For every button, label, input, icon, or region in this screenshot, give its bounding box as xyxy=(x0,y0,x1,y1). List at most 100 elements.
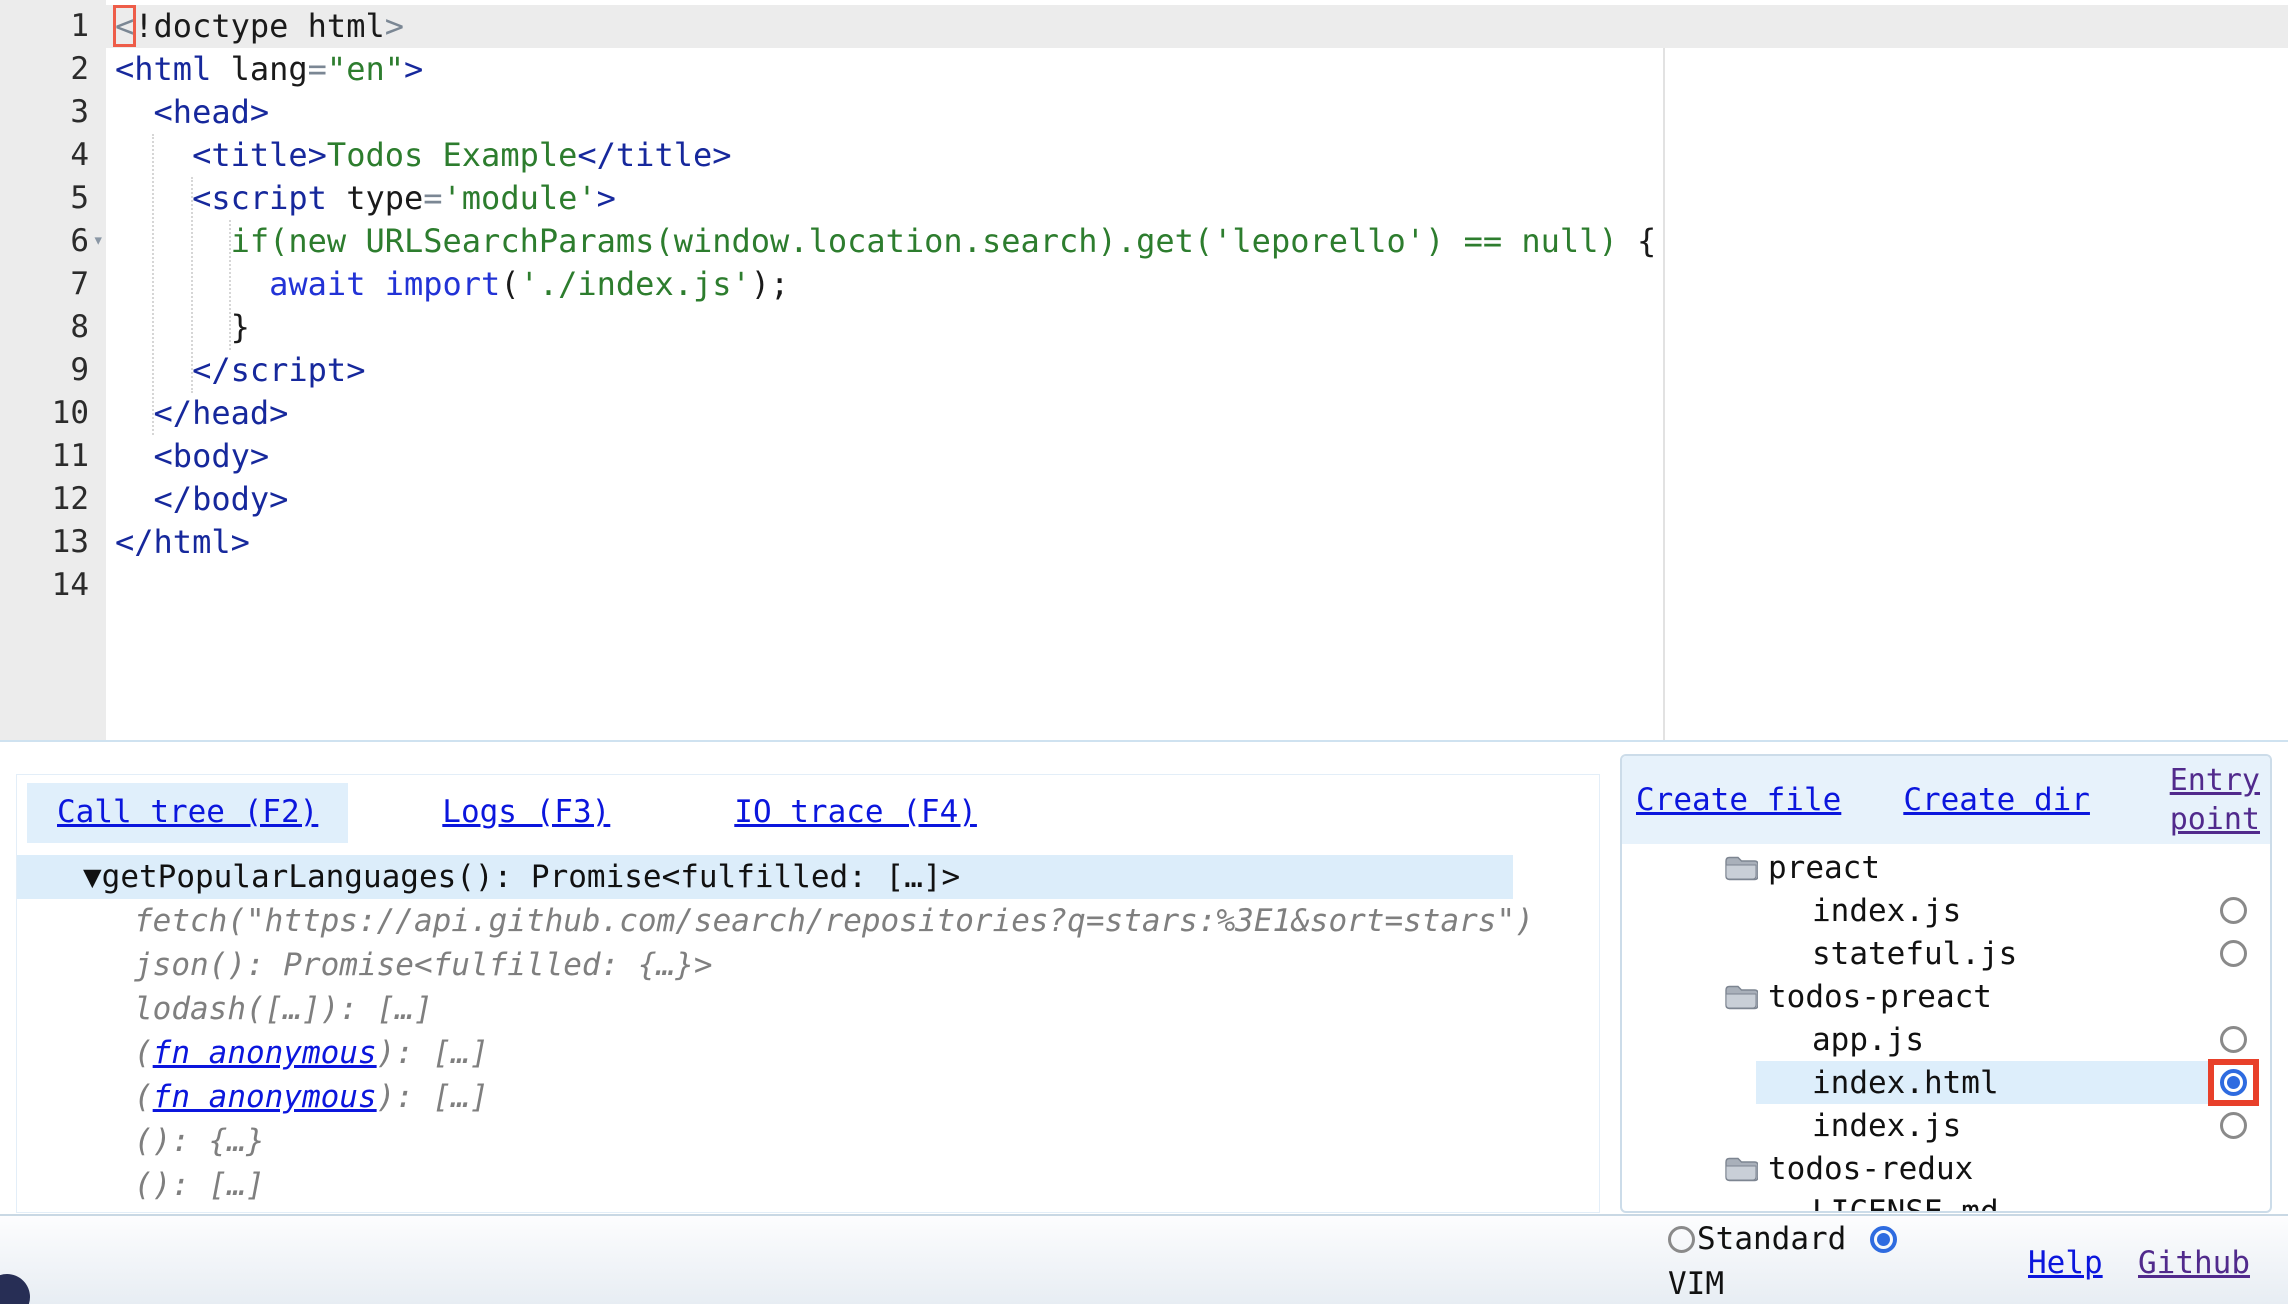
code-line[interactable]: 13</html> xyxy=(0,521,2288,564)
code-line[interactable]: 12 </body> xyxy=(0,478,2288,521)
line-number: 12 xyxy=(0,478,106,521)
create-file-button[interactable]: Create file xyxy=(1636,782,1841,818)
entry-point-radio[interactable] xyxy=(2220,897,2247,924)
create-dir-button[interactable]: Create dir xyxy=(1903,782,2090,818)
file-name: index.html xyxy=(1812,1065,1999,1101)
code-line[interactable]: 8 } xyxy=(0,306,2288,349)
code-text: <script type='module'> xyxy=(106,177,616,220)
entry-point-cell xyxy=(2196,940,2270,967)
file-row[interactable]: index.js xyxy=(1622,1104,2270,1147)
status-bar: docs/examples/todos- preact/index.html C… xyxy=(0,1214,2288,1304)
call-tree-row[interactable]: (): {…} xyxy=(17,1119,1599,1163)
line-number: 14 xyxy=(0,564,106,607)
line-number: 4 xyxy=(0,134,106,177)
file-name: stateful.js xyxy=(1812,936,2017,972)
file-row[interactable]: LICENSE.md xyxy=(1622,1190,2270,1213)
anonymous-fn-link[interactable]: fn anonymous xyxy=(153,1211,377,1213)
help-link[interactable]: Help xyxy=(2028,1245,2103,1281)
code-text: </head> xyxy=(106,392,288,435)
standard-keybinding-radio[interactable] xyxy=(1668,1226,1695,1253)
dir-name: preact xyxy=(1768,850,1880,886)
entry-point-radio[interactable] xyxy=(2220,1069,2247,1096)
code-line[interactable]: 4 <title>Todos Example</title> xyxy=(0,134,2288,177)
code-line[interactable]: 2<html lang="en"> xyxy=(0,48,2288,91)
tab-io-trace[interactable]: IO trace (F4) xyxy=(704,783,1007,843)
file-browser-panel: Create file Create dir Entry point preac… xyxy=(1620,754,2272,1213)
vim-keybinding-radio[interactable] xyxy=(1870,1226,1897,1253)
file-name: app.js xyxy=(1812,1022,1924,1058)
dir-row[interactable]: preact xyxy=(1622,846,2270,889)
code-text: if(new URLSearchParams(window.location.s… xyxy=(106,220,1656,263)
entry-point-radio[interactable] xyxy=(2220,940,2247,967)
code-text: <!doctype html> xyxy=(106,5,404,48)
code-text: <title>Todos Example</title> xyxy=(106,134,732,177)
call-tree-row[interactable]: (fn anonymous): […] xyxy=(17,1207,1599,1213)
line-number: 10 xyxy=(0,392,106,435)
line-number: 7 xyxy=(0,263,106,306)
file-browser-header: Create file Create dir Entry point xyxy=(1622,756,2270,844)
file-row[interactable]: index.html xyxy=(1622,1061,2270,1104)
keybinding-switch: Standard VIM xyxy=(1668,1217,1960,1304)
file-row[interactable]: app.js xyxy=(1622,1018,2270,1061)
line-number: 13 xyxy=(0,521,106,564)
file-row[interactable]: index.js xyxy=(1622,889,2270,932)
code-lines: 1<!doctype html>2<html lang="en">3 <head… xyxy=(0,5,2288,607)
code-text: <html lang="en"> xyxy=(106,48,423,91)
entry-point-line2: point xyxy=(2170,800,2260,839)
line-number: 2 xyxy=(0,48,106,91)
file-name: index.js xyxy=(1812,1108,1961,1144)
anonymous-fn-link[interactable]: fn anonymous xyxy=(153,1035,377,1071)
fold-arrow-icon[interactable]: ▾ xyxy=(93,231,104,250)
file-row[interactable]: stateful.js xyxy=(1622,932,2270,975)
call-tree-row[interactable]: (fn anonymous): […] xyxy=(17,1075,1599,1119)
call-tree-row[interactable]: json(): Promise<fulfilled: {…}> xyxy=(17,943,1599,987)
code-text: </html> xyxy=(106,521,250,564)
line-number: 5 xyxy=(0,177,106,220)
line-number: 6▾ xyxy=(0,220,106,263)
reopen-run-window-button[interactable]: (Re)open run window (F7) xyxy=(1144,1217,1499,1304)
tab-call-tree[interactable]: Call tree (F2) xyxy=(27,783,348,843)
folder-icon xyxy=(1724,854,1758,882)
code-line[interactable]: 7 await import('./index.js'); xyxy=(0,263,2288,306)
code-editor[interactable]: 1<!doctype html>2<html lang="en">3 <head… xyxy=(0,0,2288,742)
code-text xyxy=(106,564,115,607)
debugger-tabs: Call tree (F2) Logs (F3) IO trace (F4) xyxy=(17,775,1599,843)
dir-name: todos-redux xyxy=(1768,1151,1973,1187)
entry-point-cell xyxy=(2196,1026,2270,1053)
call-tree-rows: ▼getPopularLanguages(): Promise<fulfille… xyxy=(17,855,1599,1213)
call-tree-row[interactable]: (): […] xyxy=(17,1163,1599,1207)
call-tree-row[interactable]: (fn anonymous): […] xyxy=(17,1031,1599,1075)
code-line[interactable]: 5 <script type='module'> xyxy=(0,177,2288,220)
line-number: 8 xyxy=(0,306,106,349)
line-number: 9 xyxy=(0,349,106,392)
call-tree-row[interactable]: fetch("https://api.github.com/search/rep… xyxy=(17,899,1599,943)
entry-point-radio[interactable] xyxy=(2220,1026,2247,1053)
call-tree-row[interactable]: lodash([…]): […] xyxy=(17,987,1599,1031)
folder-icon xyxy=(1724,1155,1758,1183)
code-text: </script> xyxy=(106,349,365,392)
dir-row[interactable]: todos-preact xyxy=(1622,975,2270,1018)
entry-point-cell xyxy=(2196,1112,2270,1139)
dir-row[interactable]: todos-redux xyxy=(1622,1147,2270,1190)
tab-logs[interactable]: Logs (F3) xyxy=(412,783,640,843)
code-line[interactable]: 3 <head> xyxy=(0,91,2288,134)
code-line[interactable]: 9 </script> xyxy=(0,349,2288,392)
code-line[interactable]: 14 xyxy=(0,564,2288,607)
call-tree-row[interactable]: ▼getPopularLanguages(): Promise<fulfille… xyxy=(17,855,1513,899)
entry-point-radio[interactable] xyxy=(2220,1112,2247,1139)
anonymous-fn-link[interactable]: fn anonymous xyxy=(153,1079,377,1115)
line-number: 3 xyxy=(0,91,106,134)
code-line[interactable]: 10 </head> xyxy=(0,392,2288,435)
entry-point-line1: Entry xyxy=(2170,761,2260,800)
clear-io-trace-button[interactable]: Clear IO trace (F6) xyxy=(716,1217,977,1304)
standard-keybinding-label: Standard xyxy=(1697,1221,1846,1257)
entry-point-link[interactable]: Entry point xyxy=(2170,761,2260,839)
code-line[interactable]: 11 <body> xyxy=(0,435,2288,478)
code-line[interactable]: 1<!doctype html> xyxy=(0,5,2288,48)
cursor-char: < xyxy=(115,7,134,45)
file-rows: preact index.js stateful.jstodos-preact app… xyxy=(1622,844,2270,1213)
github-link[interactable]: Github xyxy=(2138,1245,2250,1281)
call-tree-panel: Call tree (F2) Logs (F3) IO trace (F4) ▼… xyxy=(16,774,1600,1213)
file-name: index.js xyxy=(1812,893,1961,929)
code-line[interactable]: 6▾ if(new URLSearchParams(window.locatio… xyxy=(0,220,2288,263)
